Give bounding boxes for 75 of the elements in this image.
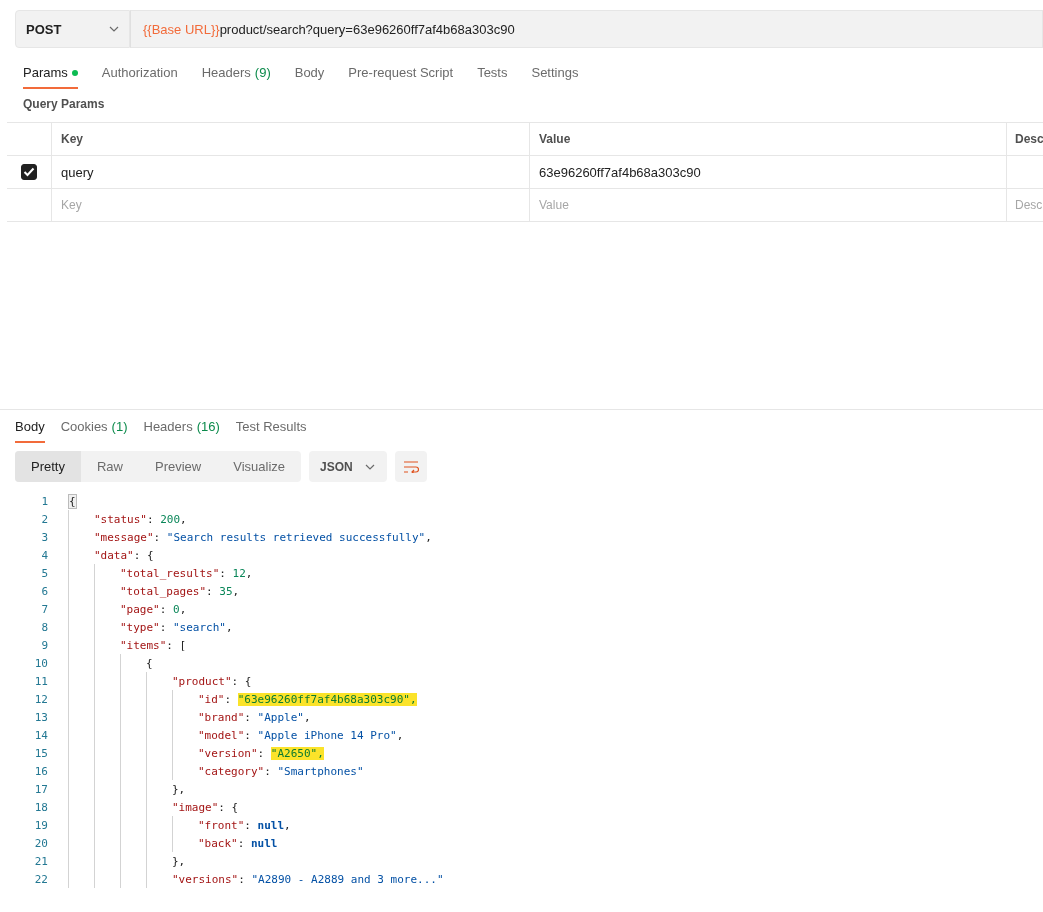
- line-number: 8: [40, 620, 48, 634]
- code-line: "image": {: [172, 800, 239, 814]
- line-number: 6: [40, 584, 48, 598]
- view-mode-tab[interactable]: Raw: [80, 451, 139, 482]
- url-field[interactable]: {{Base URL}}product/search?query=63e96260ff7af4b68a303c90: [130, 10, 1043, 48]
- request-tab[interactable]: Headers (9): [201, 65, 271, 89]
- column-header: Key: [51, 123, 529, 155]
- line-number: 22: [33, 872, 48, 886]
- line-number: 9: [40, 638, 48, 652]
- line-number: 10: [33, 656, 48, 670]
- code-line: "total_results": 12,: [120, 566, 253, 580]
- code-line: "category": "Smartphones": [198, 764, 364, 778]
- line-number: 18: [33, 800, 48, 814]
- code-line: "back": null: [198, 836, 278, 850]
- code-line: "items": [: [120, 638, 187, 652]
- code-line: "data": {: [94, 548, 154, 562]
- table-cell: 63e96260ff7af4b68a303c90: [529, 156, 1006, 188]
- line-number: 20: [33, 836, 48, 850]
- input-field[interactable]: Key: [61, 198, 529, 212]
- line-number: 2: [40, 512, 48, 526]
- code-line: "brand": "Apple",: [198, 710, 311, 724]
- line-number: 15: [33, 746, 48, 760]
- format-dropdown[interactable]: JSON: [309, 451, 387, 482]
- code-line: "front": null,: [198, 818, 291, 832]
- method-dropdown[interactable]: POST: [15, 10, 130, 48]
- section-title: Query Params: [23, 97, 106, 113]
- response-tab[interactable]: Test Results: [235, 419, 307, 443]
- line-number: 3: [40, 530, 48, 544]
- request-tab[interactable]: Pre-request Script: [348, 65, 454, 89]
- line-number: 4: [40, 548, 48, 562]
- line-number: 7: [40, 602, 48, 616]
- response-tab[interactable]: Body: [15, 419, 45, 443]
- line-number: 11: [33, 674, 48, 688]
- view-mode-tab[interactable]: Preview: [139, 451, 218, 482]
- response-tab[interactable]: Cookies (1): [60, 419, 128, 443]
- code-line: "type": "search",: [120, 620, 233, 634]
- code-line: "message": "Search results retrieved successfully",: [94, 530, 432, 544]
- code-line: "model": "Apple iPhone 14 Pro",: [198, 728, 404, 742]
- chevron-down-icon: [109, 26, 119, 32]
- checkmark-icon: [23, 167, 35, 177]
- line-number: 5: [40, 566, 48, 580]
- line-number: 14: [33, 728, 48, 742]
- line-number: 13: [33, 710, 48, 724]
- view-mode-tab[interactable]: Visualize: [217, 451, 302, 482]
- line-number: 19: [33, 818, 48, 832]
- request-tab[interactable]: Settings: [531, 65, 579, 89]
- response-tab[interactable]: Headers (16): [143, 419, 220, 443]
- line-number: 17: [33, 782, 48, 796]
- code-line: "id": "63e96260ff7af4b68a303c90",: [198, 692, 417, 706]
- line-number: 16: [33, 764, 48, 778]
- code-line: "page": 0,: [120, 602, 187, 616]
- column-header: Desc: [1006, 123, 1043, 155]
- code-line: "total_pages": 35,: [120, 584, 240, 598]
- code-line: },: [172, 782, 186, 796]
- column-header: Value: [529, 123, 1006, 155]
- line-number: 12: [33, 692, 48, 706]
- wrap-lines-icon: [402, 460, 419, 473]
- request-tab[interactable]: Body: [294, 65, 325, 89]
- code-line: "versions": "A2890 - A2889 and 3 more...": [172, 872, 444, 886]
- code-line: "status": 200,: [94, 512, 187, 526]
- code-line: {: [146, 656, 153, 670]
- code-line: "version": "A2650",: [198, 746, 324, 760]
- table-cell: query: [51, 156, 529, 188]
- line-number: 1: [40, 494, 48, 508]
- request-tab[interactable]: Params: [23, 65, 78, 89]
- input-field[interactable]: Value: [539, 198, 1006, 212]
- line-number: 21: [33, 854, 48, 868]
- request-tab[interactable]: Authorization: [101, 65, 178, 89]
- checkbox[interactable]: [21, 164, 37, 180]
- code-line: "product": {: [172, 674, 252, 688]
- chevron-down-icon: [364, 463, 375, 470]
- view-mode-tab[interactable]: Pretty: [15, 451, 81, 482]
- request-tab[interactable]: Tests: [477, 65, 508, 89]
- input-field[interactable]: Desc: [1015, 198, 1043, 212]
- code-line: },: [172, 854, 186, 868]
